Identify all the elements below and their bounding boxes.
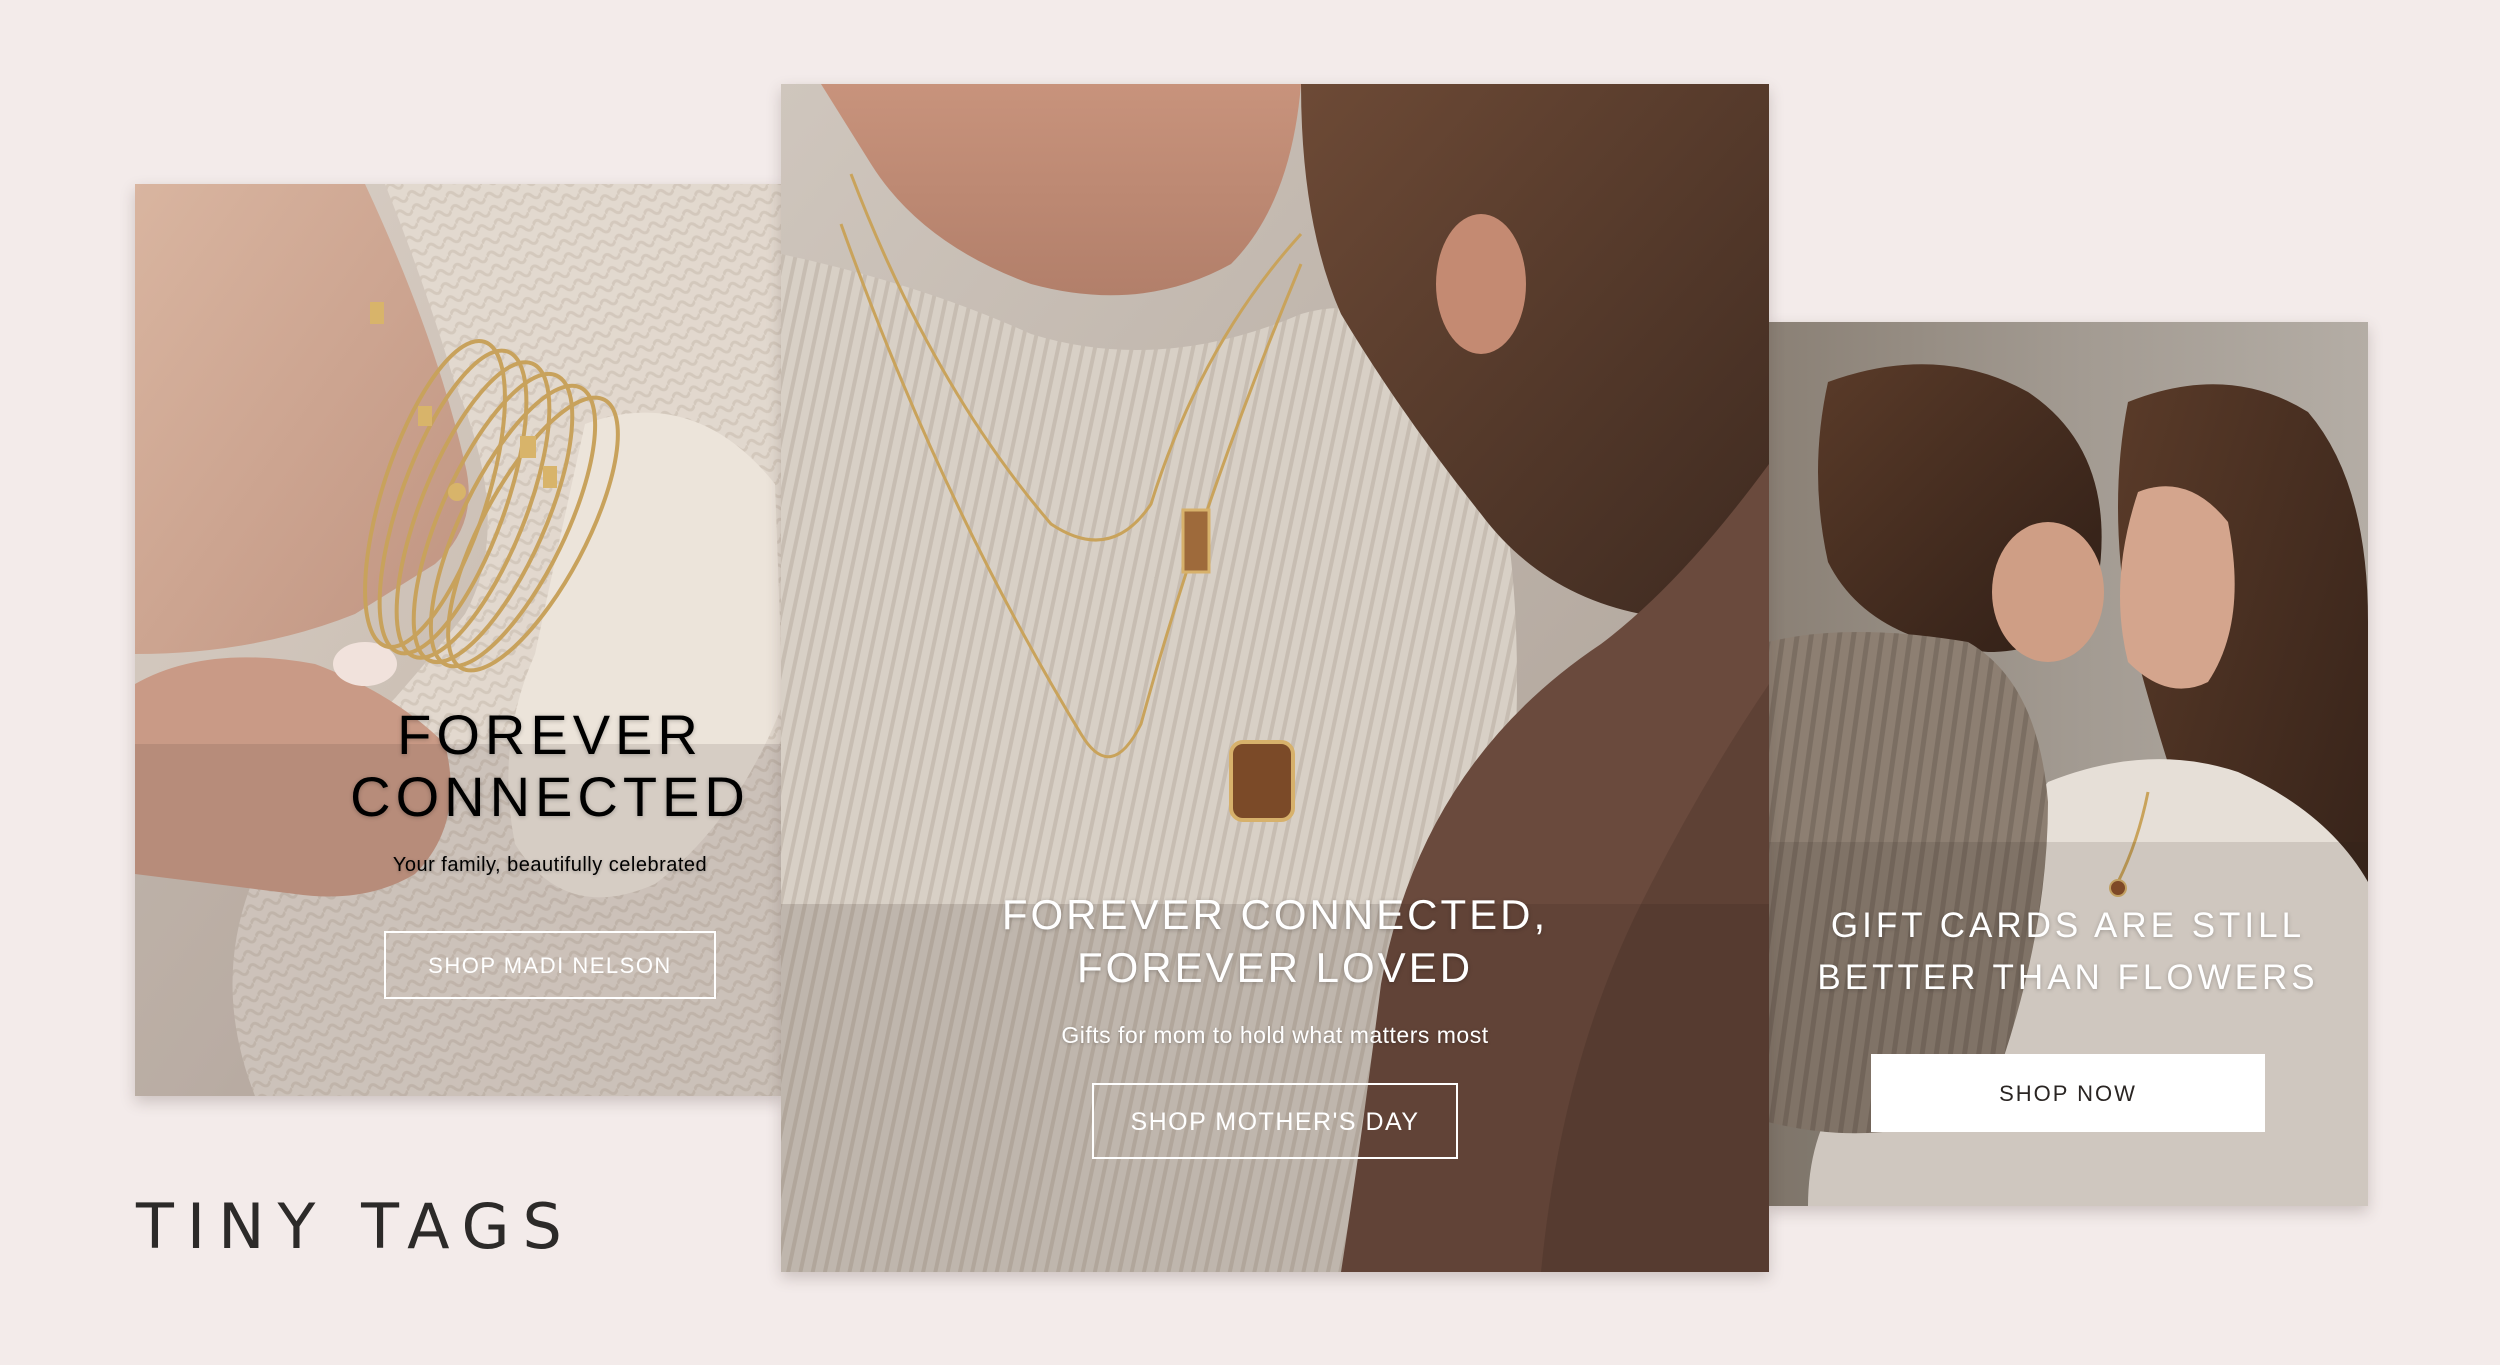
shop-now-button[interactable]: SHOP NOW xyxy=(1871,1054,2265,1132)
banner-center-subtitle: Gifts for mom to hold what matters most xyxy=(1061,1022,1489,1048)
banner-left-subtitle: Your family, beautifully celebrated xyxy=(392,854,708,876)
banner-left-headline-line2: CONNECTED xyxy=(350,765,750,828)
banner-left-headline-line1: FOREVER xyxy=(397,703,703,766)
banner-mothers-day[interactable]: FOREVER CONNECTED, FOREVER LOVED Gifts f… xyxy=(781,84,1769,1272)
brand-logo: TINY TAGS xyxy=(136,1190,575,1263)
banner-right-headline-line1: GIFT CARDS ARE STILL xyxy=(1830,906,2306,945)
banner-gift-cards[interactable]: GIFT CARDS ARE STILL BETTER THAN FLOWERS… xyxy=(1768,322,2368,1206)
shop-mothers-day-button[interactable]: SHOP MOTHER'S DAY xyxy=(1092,1083,1458,1159)
banner-right-overlay: GIFT CARDS ARE STILL BETTER THAN FLOWERS… xyxy=(1768,900,2368,1132)
shop-madi-nelson-button[interactable]: SHOP MADI NELSON xyxy=(384,931,716,999)
banner-center-headline-line2: FOREVER LOVED xyxy=(1076,944,1474,991)
banner-madi-nelson[interactable]: FOREVER CONNECTED Your family, beautiful… xyxy=(135,184,783,1096)
banner-left-headline: FOREVER CONNECTED xyxy=(290,704,783,828)
banner-center-overlay: FOREVER CONNECTED, FOREVER LOVED Gifts f… xyxy=(781,888,1769,1159)
banner-right-headline-line2: BETTER THAN FLOWERS xyxy=(1817,958,2319,997)
banner-center-headline: FOREVER CONNECTED, FOREVER LOVED xyxy=(781,888,1769,994)
banner-right-headline: GIFT CARDS ARE STILL BETTER THAN FLOWERS xyxy=(1768,900,2368,1004)
banner-center-headline-line1: FOREVER CONNECTED, xyxy=(1001,891,1549,938)
